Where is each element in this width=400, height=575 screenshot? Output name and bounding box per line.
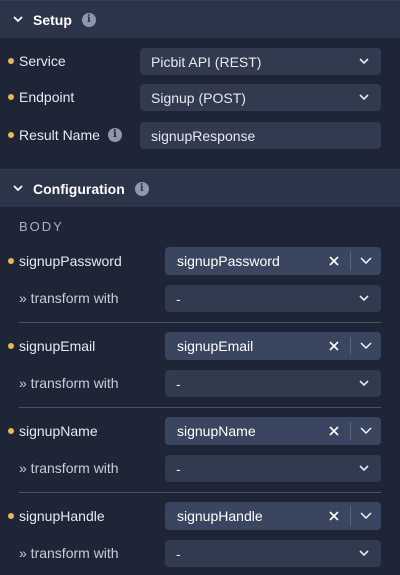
param-value-select[interactable]: signupPassword [165, 247, 381, 275]
param-value: signupHandle [177, 508, 263, 524]
chevron-down-icon[interactable] [12, 14, 24, 26]
required-dot [8, 513, 14, 519]
transform-label: » transform with [19, 460, 119, 476]
required-dot [8, 428, 14, 434]
transform-row: » transform with - [0, 284, 400, 312]
transform-row: » transform with - [0, 539, 400, 567]
transform-row: » transform with - [0, 454, 400, 482]
chevron-down-icon[interactable] [351, 417, 381, 445]
divider [19, 322, 381, 323]
chevron-down-icon[interactable] [351, 502, 381, 530]
param-label: signupName [19, 423, 98, 439]
transform-select[interactable]: - [165, 455, 381, 482]
param-label: signupPassword [19, 253, 122, 269]
configuration-section-header[interactable]: Configuration i [0, 169, 400, 207]
param-value-select[interactable]: signupEmail [165, 332, 381, 360]
param-value: signupName [177, 423, 256, 439]
chevron-down-icon [358, 548, 370, 560]
chevron-down-icon [358, 92, 370, 104]
transform-label: » transform with [19, 290, 119, 306]
required-dot [8, 258, 14, 264]
chevron-down-icon[interactable] [351, 332, 381, 360]
chevron-down-icon[interactable] [351, 247, 381, 275]
transform-row: » transform with - [0, 369, 400, 397]
required-dot [8, 132, 14, 138]
result-name-value: signupResponse [151, 127, 256, 144]
param-value-select[interactable]: signupHandle [165, 502, 381, 530]
param-value: signupEmail [177, 338, 254, 354]
transform-label: » transform with [19, 545, 119, 561]
required-dot [8, 343, 14, 349]
param-label: signupHandle [19, 508, 105, 524]
close-icon[interactable] [324, 336, 344, 356]
endpoint-row: Endpoint Signup (POST) [0, 83, 400, 111]
configuration-title: Configuration [33, 180, 125, 197]
transform-value: - [176, 290, 181, 307]
result-name-row: Result Name i signupResponse [0, 121, 400, 149]
close-icon[interactable] [324, 506, 344, 526]
result-name-label-text: Result Name [19, 127, 100, 143]
service-label: Service [19, 53, 66, 69]
param-value: signupPassword [177, 253, 280, 269]
service-value: Picbit API (REST) [151, 53, 262, 70]
chevron-down-icon [358, 463, 370, 475]
setup-section-header[interactable]: Setup i [0, 0, 400, 38]
param-row: signupName signupName [0, 417, 400, 445]
chevron-down-icon[interactable] [12, 183, 24, 195]
close-icon[interactable] [324, 421, 344, 441]
transform-label: » transform with [19, 375, 119, 391]
transform-select[interactable]: - [165, 370, 381, 397]
divider [19, 492, 381, 493]
info-icon[interactable]: i [134, 181, 149, 196]
chevron-down-icon [358, 378, 370, 390]
transform-value: - [176, 375, 181, 392]
endpoint-label: Endpoint [19, 89, 75, 105]
transform-select[interactable]: - [165, 285, 381, 312]
transform-value: - [176, 545, 181, 562]
param-row: signupPassword signupPassword [0, 247, 400, 275]
service-select[interactable]: Picbit API (REST) [140, 48, 381, 75]
setup-title: Setup [33, 11, 72, 28]
body-section-label: BODY [19, 219, 64, 234]
param-value-select[interactable]: signupName [165, 417, 381, 445]
param-label: signupEmail [19, 338, 96, 354]
info-icon[interactable]: i [107, 128, 122, 142]
endpoint-value: Signup (POST) [151, 89, 246, 106]
service-row: Service Picbit API (REST) [0, 47, 400, 75]
required-dot [8, 58, 14, 64]
required-dot [8, 94, 14, 100]
divider [19, 407, 381, 408]
transform-select[interactable]: - [165, 540, 381, 567]
param-row: signupEmail signupEmail [0, 332, 400, 360]
transform-value: - [176, 460, 181, 477]
info-icon[interactable]: i [81, 12, 96, 27]
param-row: signupHandle signupHandle [0, 502, 400, 530]
result-name-input[interactable]: signupResponse [140, 122, 381, 149]
close-icon[interactable] [324, 251, 344, 271]
chevron-down-icon [358, 56, 370, 68]
chevron-down-icon [358, 293, 370, 305]
endpoint-select[interactable]: Signup (POST) [140, 84, 381, 111]
result-name-label: Result Name i [19, 121, 122, 149]
